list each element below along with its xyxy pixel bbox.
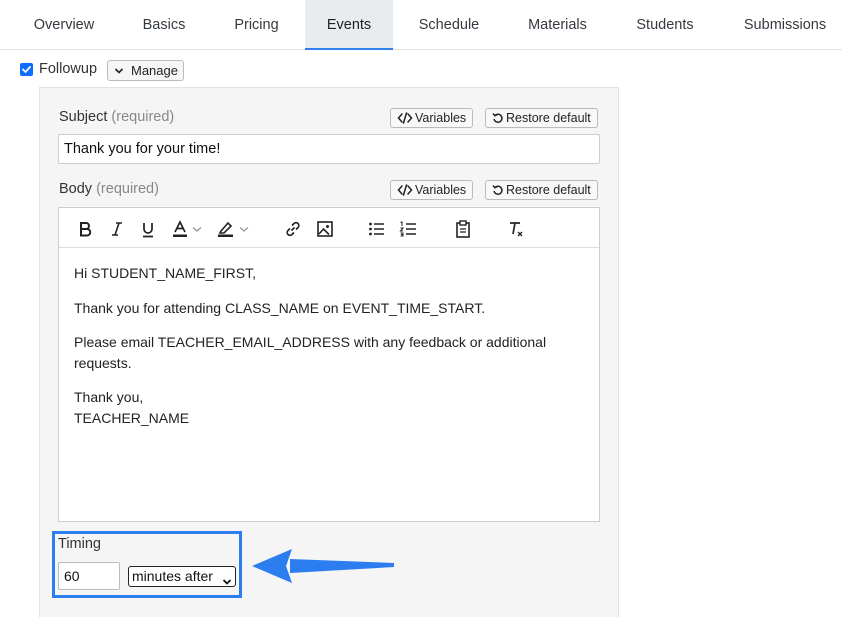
restore-icon xyxy=(492,183,504,201)
timing-unit-select[interactable]: minutes after xyxy=(128,566,236,587)
highlight-color-icon[interactable] xyxy=(215,218,237,240)
timing-unit-selected: minutes after xyxy=(132,568,213,584)
subject-variables-button[interactable]: Variables xyxy=(390,108,474,129)
body-label-text: Body xyxy=(59,181,93,197)
numbered-list-icon[interactable] xyxy=(397,218,419,240)
annotation-arrow-icon xyxy=(252,549,394,583)
subject-required-text: (required) xyxy=(111,109,175,125)
body-signoff-line2: TEACHER_NAME xyxy=(74,409,190,426)
followup-checkbox[interactable] xyxy=(20,63,33,76)
tab-submissions[interactable]: Submissions xyxy=(730,0,840,50)
body-signoff: Thank you, TEACHER_NAME xyxy=(74,387,584,428)
italic-icon[interactable] xyxy=(106,218,128,240)
body-feedback: Please email TEACHER_EMAIL_ADDRESS with … xyxy=(74,334,547,371)
paste-icon[interactable] xyxy=(452,218,474,240)
subject-input[interactable]: Thank you for your time! xyxy=(58,134,600,164)
body-signoff-line1: Thank you, xyxy=(74,389,144,405)
tab-bar: Overview Basics Pricing Events Schedule … xyxy=(0,0,842,50)
code-icon xyxy=(397,183,413,201)
body-restore-label: Restore default xyxy=(506,183,591,197)
body-greeting: Hi STUDENT_NAME_FIRST, xyxy=(74,265,257,281)
bold-icon[interactable] xyxy=(74,218,96,240)
text-color-icon[interactable] xyxy=(169,218,191,240)
image-icon[interactable] xyxy=(314,218,336,240)
body-restore-default-button[interactable]: Restore default xyxy=(485,180,598,200)
highlight-chevron-icon[interactable] xyxy=(237,218,251,240)
timing-value-input[interactable]: 60 xyxy=(58,562,120,590)
manage-button[interactable]: Manage xyxy=(107,60,184,81)
tab-events[interactable]: Events xyxy=(305,0,393,50)
manage-button-label: Manage xyxy=(131,63,178,78)
text-color-chevron-icon[interactable] xyxy=(190,218,204,240)
subject-restore-label: Restore default xyxy=(506,111,591,125)
body-required-text: (required) xyxy=(96,181,159,197)
underline-icon[interactable] xyxy=(137,218,159,240)
subject-label: Subject (required) xyxy=(59,109,174,125)
tab-pricing[interactable]: Pricing xyxy=(208,0,305,50)
subject-restore-default-button[interactable]: Restore default xyxy=(485,108,598,128)
restore-icon xyxy=(492,111,504,129)
tab-materials[interactable]: Materials xyxy=(507,0,608,50)
clear-formatting-icon[interactable] xyxy=(505,218,527,240)
tab-overview[interactable]: Overview xyxy=(14,0,114,50)
tab-schedule[interactable]: Schedule xyxy=(400,0,498,50)
followup-label: Followup xyxy=(39,61,98,77)
chevron-down-icon xyxy=(114,61,124,80)
subject-label-text: Subject xyxy=(59,109,108,125)
subject-variables-label: Variables xyxy=(415,111,467,125)
body-thanks: Thank you for attending CLASS_NAME on EV… xyxy=(74,299,486,316)
chevron-down-icon xyxy=(222,572,232,591)
bulleted-list-icon[interactable] xyxy=(366,218,388,240)
editor-content[interactable]: Hi STUDENT_NAME_FIRST, Thank you for att… xyxy=(74,263,584,428)
checkmark-icon xyxy=(22,66,31,73)
tab-basics[interactable]: Basics xyxy=(114,0,214,50)
body-variables-label: Variables xyxy=(415,183,467,197)
code-icon xyxy=(397,111,413,129)
body-editor[interactable]: Hi STUDENT_NAME_FIRST, Thank you for att… xyxy=(58,207,600,522)
body-label: Body (required) xyxy=(59,181,159,197)
editor-toolbar xyxy=(59,208,599,248)
body-variables-button[interactable]: Variables xyxy=(390,180,474,201)
link-icon[interactable] xyxy=(282,218,304,240)
tab-students[interactable]: Students xyxy=(618,0,712,50)
timing-label: Timing xyxy=(58,536,101,552)
